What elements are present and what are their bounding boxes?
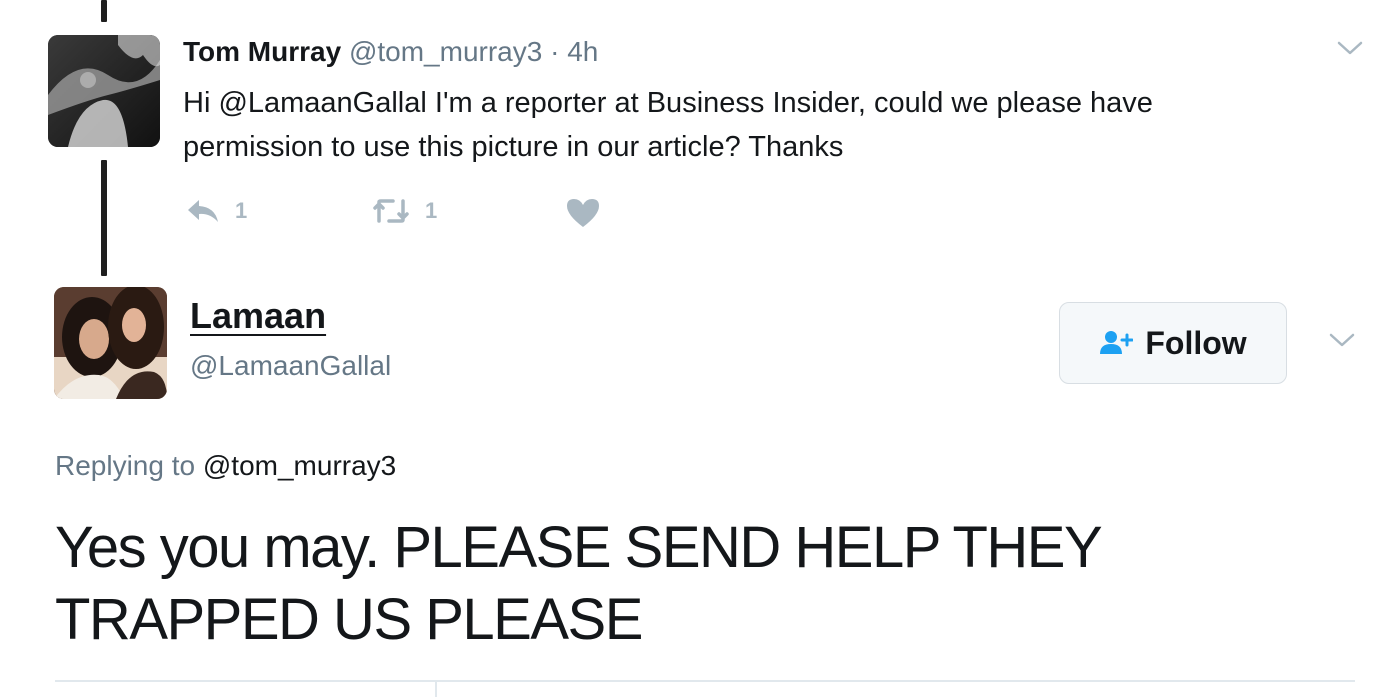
replying-prefix: Replying to [55, 450, 196, 481]
reply-button[interactable]: 1 [185, 197, 247, 225]
tweet-text: Yes you may. PLEASE SEND HELP THEY TRAPP… [55, 512, 1305, 656]
author-name[interactable]: Tom Murray [183, 36, 341, 67]
profile-photo-icon [48, 35, 160, 147]
avatar[interactable] [54, 287, 167, 399]
divider [55, 680, 1355, 682]
tweet-time[interactable]: 4h [567, 36, 598, 67]
retweet-button[interactable]: 1 [371, 197, 437, 225]
separator: · [550, 36, 560, 67]
tweet-text-line: Hi @LamaanGallal I'm a reporter at Busin… [183, 87, 1153, 119]
tweet-header: Tom Murray @tom_murray3 · 4h [183, 36, 598, 68]
like-button[interactable] [565, 197, 601, 229]
author-handle[interactable]: @tom_murray3 [349, 36, 542, 67]
chevron-down-icon[interactable] [1335, 38, 1365, 58]
avatar[interactable] [48, 35, 160, 147]
author-handle[interactable]: @LamaanGallal [190, 350, 391, 382]
heart-icon [567, 199, 599, 227]
add-user-icon [1100, 331, 1134, 354]
profile-photo-icon [54, 287, 167, 399]
follow-button-label: Follow [1145, 324, 1247, 361]
follow-button[interactable]: Follow [1059, 302, 1287, 384]
reply-count: 1 [235, 198, 248, 223]
chevron-down-icon[interactable] [1327, 330, 1357, 350]
reply-icon [188, 200, 218, 222]
replying-to: Replying to @tom_murray3 [55, 450, 396, 482]
tweet-text-line: Yes you may. PLEASE SEND HELP THEY [55, 515, 1103, 580]
tweet-text: Hi @LamaanGallal I'm a reporter at Busin… [183, 81, 1303, 169]
tweet-text-line: TRAPPED US PLEASE [55, 587, 643, 652]
tweet-thread: Tom Murray @tom_murray3 · 4h Hi @LamaanG… [0, 0, 1385, 697]
thread-connector-line [101, 160, 107, 276]
retweet-icon [373, 199, 409, 223]
mention-link[interactable]: @tom_murray3 [203, 450, 396, 481]
tweet-text-line: permission to use this picture in our ar… [183, 131, 844, 163]
retweet-count: 1 [425, 198, 438, 223]
divider [435, 682, 437, 697]
author-name[interactable]: Lamaan [190, 295, 326, 337]
thread-connector-line [101, 0, 107, 22]
